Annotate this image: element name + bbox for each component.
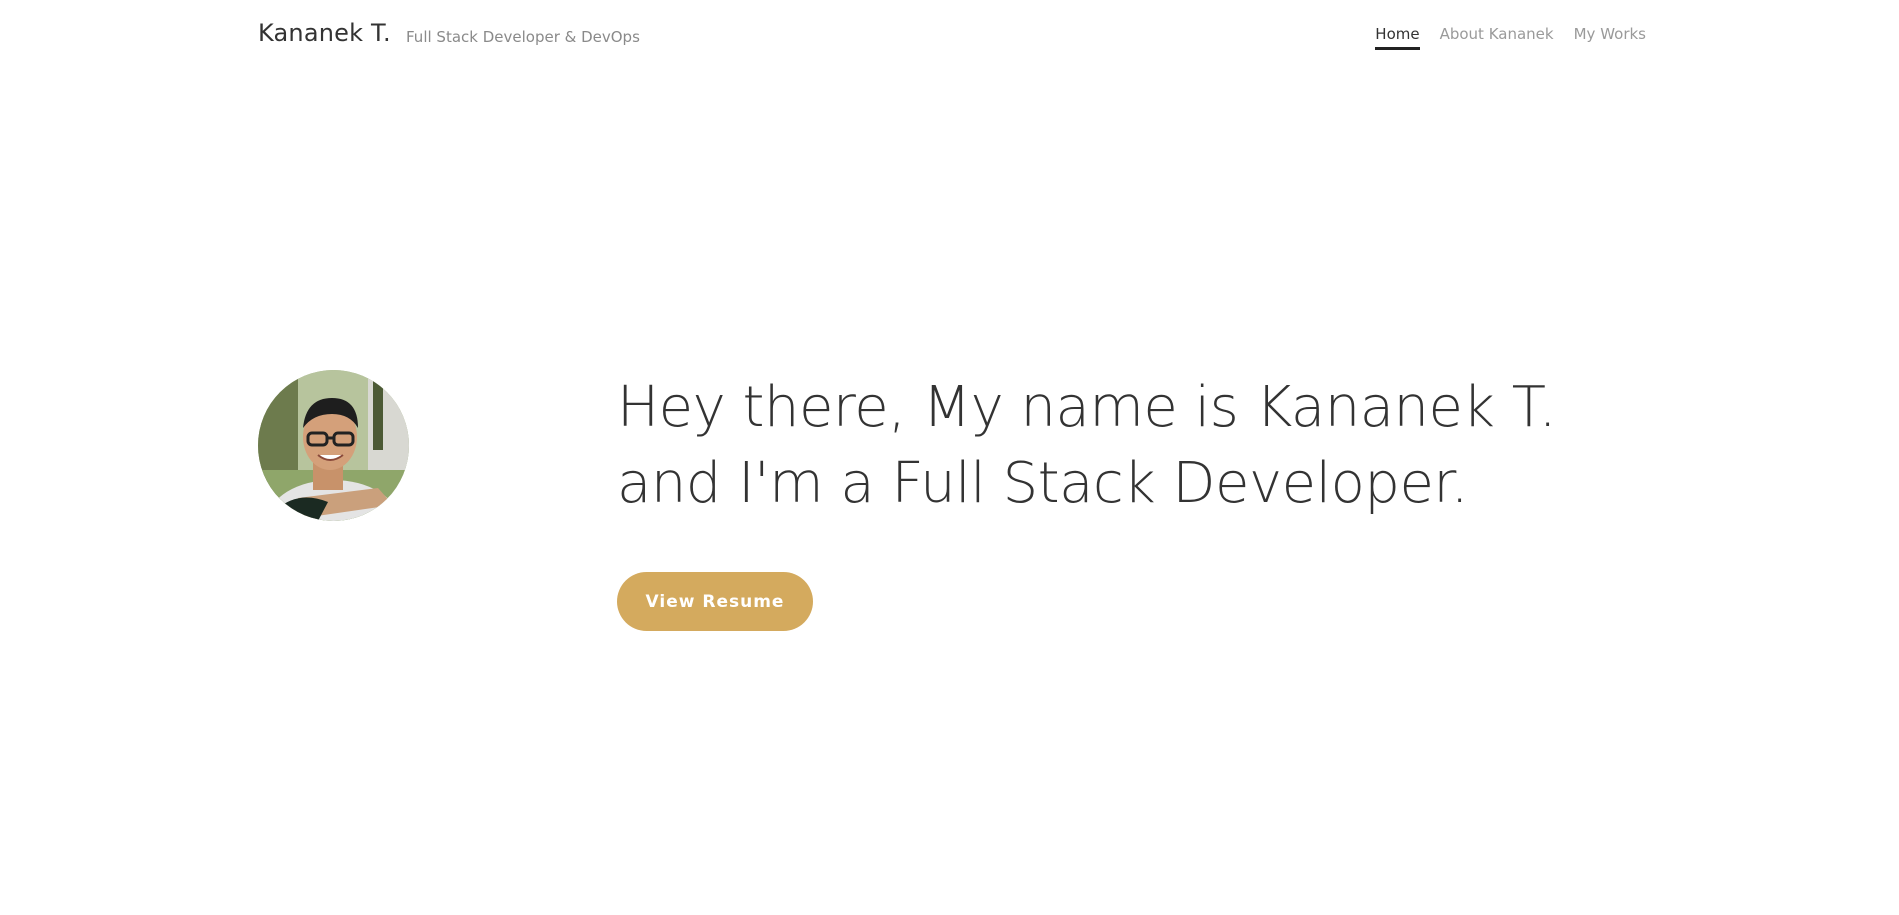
- hero-heading-line-1: Hey there, My name is Kananek T.: [617, 375, 1557, 440]
- hero-heading: Hey there, My name is Kananek T. and I'm…: [617, 370, 1557, 522]
- view-resume-button[interactable]: View Resume: [617, 572, 813, 631]
- site-header: Kananek T. Full Stack Developer & DevOps…: [0, 0, 1899, 80]
- profile-photo-icon: [258, 370, 409, 521]
- nav-about[interactable]: About Kananek: [1440, 25, 1554, 50]
- site-tagline: Full Stack Developer & DevOps: [406, 28, 640, 46]
- nav-home[interactable]: Home: [1375, 25, 1420, 50]
- main-nav: Home About Kananek My Works: [1375, 25, 1646, 50]
- profile-avatar: [258, 370, 409, 521]
- hero-heading-line-2: and I'm a Full Stack Developer.: [617, 451, 1469, 516]
- nav-works[interactable]: My Works: [1574, 25, 1646, 50]
- site-brand[interactable]: Kananek T.: [258, 19, 391, 47]
